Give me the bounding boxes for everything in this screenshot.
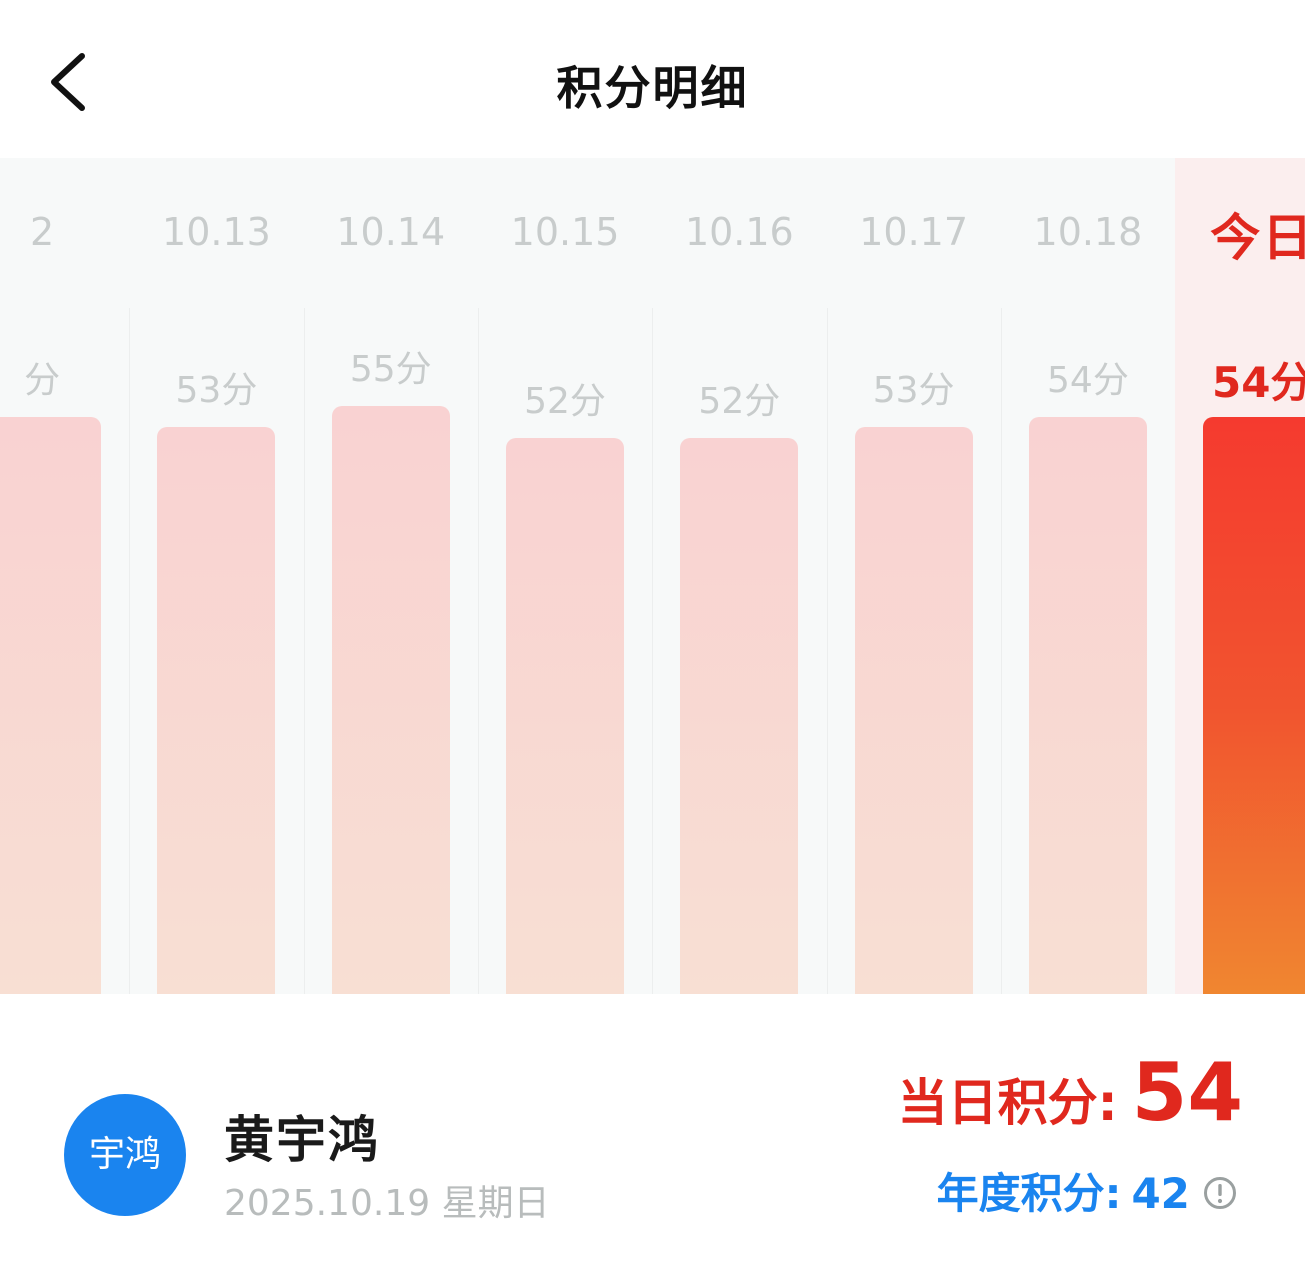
score-label: 55分 (349, 349, 432, 390)
score-label: 分 (24, 359, 61, 401)
score-bar-today (1203, 416, 1305, 994)
score-label: 54分 (1047, 359, 1129, 401)
page-title: 积分明细 (556, 61, 749, 115)
score-label: 54分 (1212, 357, 1305, 407)
date-label: 10.16 (684, 210, 794, 254)
yearly-score-label: 年度积分: (936, 1169, 1122, 1218)
score-bar (1028, 416, 1147, 994)
day-column-today[interactable]: 今日 54分 (1175, 158, 1305, 994)
score-label: 52分 (698, 381, 781, 423)
day-column[interactable]: 2分 (0, 158, 129, 994)
score-bar (680, 438, 799, 994)
score-bar (505, 438, 624, 994)
score-bar (331, 406, 450, 994)
date-label: 10.18 (1033, 210, 1143, 254)
score-bar-chart: 2 分 10.13 53分 10.14 55分 10.15 52分 10.16 52分 10.17 5… (0, 158, 1305, 994)
day-column[interactable]: 10.13 53分 (129, 158, 303, 994)
current-date: 2025.10.19 星期日 (224, 1183, 550, 1224)
date-label: 10.14 (336, 210, 446, 254)
yearly-score-value: 42 (1131, 1169, 1190, 1218)
date-label: 2 (30, 210, 55, 254)
date-label: 10.13 (162, 210, 271, 254)
score-bar (0, 416, 101, 994)
date-label: 10.17 (859, 210, 969, 254)
yearly-score: 年度积分: 42 (937, 1160, 1237, 1221)
day-column[interactable]: 10.14 55分 (303, 158, 478, 994)
day-column[interactable]: 10.15 52分 (477, 158, 652, 994)
day-column[interactable]: 10.18 54分 (1000, 158, 1175, 994)
summary-panel: 宇鸿 黄宇鸿 2025.10.19 星期日 当日积分: 54 年度积分: 42 (0, 994, 1305, 1280)
score-label: 53分 (175, 370, 258, 412)
user-name: 黄宇鸿 (224, 1111, 380, 1169)
score-label: 52分 (524, 381, 606, 423)
daily-score: 当日积分: 54 (898, 1046, 1243, 1139)
info-circle-icon[interactable] (1203, 1176, 1237, 1210)
score-bar (157, 427, 276, 994)
date-label: 今日 (1210, 209, 1305, 267)
day-column[interactable]: 10.17 53分 (826, 158, 1001, 994)
score-bar (854, 427, 973, 994)
day-column[interactable]: 10.16 52分 (652, 158, 826, 994)
column-divider (1000, 308, 1002, 994)
daily-score-value: 54 (1131, 1046, 1243, 1139)
top-bar: 积分明细 (0, 0, 1305, 158)
avatar: 宇鸿 (64, 1094, 186, 1216)
score-label: 53分 (872, 370, 955, 412)
date-label: 10.15 (510, 210, 620, 254)
daily-score-label: 当日积分: (897, 1074, 1118, 1132)
column-divider (303, 308, 305, 994)
